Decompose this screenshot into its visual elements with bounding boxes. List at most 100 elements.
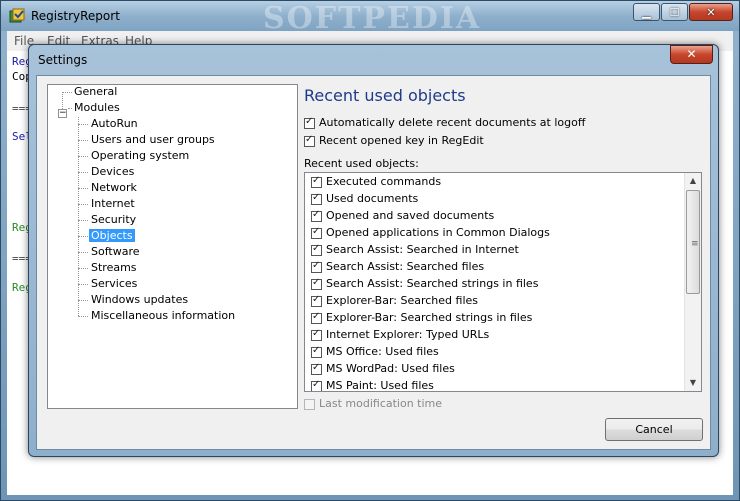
- window-controls: ▁ ☐ ✕: [632, 3, 733, 21]
- tree-connector: [78, 220, 88, 221]
- checkbox-checked-icon: [311, 175, 322, 188]
- cancel-button[interactable]: Cancel: [605, 418, 703, 441]
- tree-connector: [62, 92, 72, 93]
- main-titlebar[interactable]: RegistryReport SOFTPEDIA ▁ ☐ ✕: [1, 1, 739, 36]
- tree-item-label: Devices: [91, 165, 135, 178]
- grip-icon: ≡: [691, 239, 699, 249]
- list-item[interactable]: Opened applications in Common Dialogs: [311, 226, 550, 243]
- tree-item-users[interactable]: Users and user groups: [89, 133, 217, 148]
- checkbox-checked-icon: [311, 345, 322, 358]
- tree-connector: [78, 316, 88, 317]
- tree-item-autorun[interactable]: AutoRun: [89, 117, 140, 132]
- scroll-thumb[interactable]: ≡: [686, 190, 700, 294]
- last-modification-checkbox[interactable]: Last modification time: [304, 397, 442, 410]
- registry-app-icon: [9, 8, 25, 23]
- checkbox-label: Recent opened key in RegEdit: [319, 134, 484, 147]
- list-item[interactable]: MS Paint: Used files: [311, 379, 434, 392]
- list-item-label: Explorer-Bar: Searched strings in files: [326, 311, 533, 324]
- list-item-label: Used documents: [326, 192, 419, 205]
- list-item-label: MS Paint: Used files: [326, 379, 434, 392]
- list-item-label: Internet Explorer: Typed URLs: [326, 328, 490, 341]
- checkbox-checked-icon: [311, 226, 322, 239]
- tree-item-label: Users and user groups: [91, 133, 215, 146]
- list-item-label: Search Assist: Searched files: [326, 260, 485, 273]
- tree-item-label: Modules: [74, 101, 120, 114]
- tree-item-services[interactable]: Services: [89, 277, 139, 292]
- list-item[interactable]: Opened and saved documents: [311, 209, 494, 226]
- list-item[interactable]: Explorer-Bar: Searched strings in files: [311, 311, 532, 328]
- minimize-icon: ▁: [642, 5, 651, 19]
- tree-connector: [78, 140, 88, 141]
- list-item-label: MS Office: Used files: [326, 345, 439, 358]
- dialog-body: General − Modules AutoRun Users and user…: [36, 75, 711, 450]
- close-button[interactable]: ✕: [689, 3, 733, 21]
- tree-item-label: Streams: [91, 261, 137, 274]
- dialog-title: Settings: [38, 53, 88, 67]
- tree-connector: [78, 117, 79, 316]
- collapse-icon[interactable]: −: [58, 109, 67, 118]
- checkbox-checked-icon: [311, 294, 322, 307]
- maximize-button[interactable]: ☐: [661, 3, 688, 21]
- list-item[interactable]: Search Assist: Searched files: [311, 260, 484, 277]
- tree-item-internet[interactable]: Internet: [89, 197, 137, 212]
- settings-dialog: Settings ✕ General − Modules AutoRun Use…: [28, 44, 719, 457]
- list-item[interactable]: Used documents: [311, 192, 418, 209]
- tree-connector: [78, 172, 88, 173]
- list-item[interactable]: MS WordPad: Used files: [311, 362, 455, 379]
- checkbox-checked-icon: [311, 328, 322, 341]
- tree-item-objects[interactable]: Objects: [89, 229, 135, 244]
- tree-connector: [78, 188, 88, 189]
- tree-connector: [78, 252, 88, 253]
- checkbox-unchecked-icon: [304, 398, 315, 410]
- checkbox-checked-icon: [311, 362, 322, 375]
- checkbox-checked-icon: [311, 311, 322, 324]
- list-item[interactable]: MS Office: Used files: [311, 345, 439, 362]
- list-item-label: Opened and saved documents: [326, 209, 495, 222]
- list-item-label: Search Assist: Searched strings in files: [326, 277, 539, 290]
- tree-item-devices[interactable]: Devices: [89, 165, 136, 180]
- list-item[interactable]: Executed commands: [311, 175, 441, 192]
- tree-item-label: Objects: [89, 229, 135, 242]
- tree-item-streams[interactable]: Streams: [89, 261, 139, 276]
- tree-item-operating-system[interactable]: Operating system: [89, 149, 191, 164]
- checkbox-checked-icon: [311, 192, 322, 205]
- settings-tree[interactable]: General − Modules AutoRun Users and user…: [47, 84, 298, 409]
- tree-item-misc[interactable]: Miscellaneous information: [89, 309, 237, 324]
- list-item-label: Search Assist: Searched in Internet: [326, 243, 519, 256]
- list-item[interactable]: Search Assist: Searched in Internet: [311, 243, 519, 260]
- checkbox-checked-icon: [311, 260, 322, 273]
- tree-item-security[interactable]: Security: [89, 213, 138, 228]
- tree-item-label: Services: [91, 277, 138, 290]
- tree-item-general[interactable]: General: [72, 85, 119, 100]
- list-item-label: Opened applications in Common Dialogs: [326, 226, 550, 239]
- tree-item-label: General: [74, 85, 118, 98]
- checkbox-checked-icon: [311, 243, 322, 256]
- list-item[interactable]: Internet Explorer: Typed URLs: [311, 328, 489, 345]
- scroll-down-icon[interactable]: ▼: [685, 375, 701, 391]
- checkbox-checked-icon: [304, 134, 315, 147]
- tree-connector: [78, 284, 88, 285]
- list-item-label: Explorer-Bar: Searched files: [326, 294, 479, 307]
- checkbox-checked-icon: [304, 116, 315, 129]
- tree-connector: [62, 92, 63, 109]
- tree-item-network[interactable]: Network: [89, 181, 139, 196]
- scroll-up-icon[interactable]: ▲: [685, 173, 701, 189]
- list-scrollbar[interactable]: ▲ ≡ ▼: [684, 173, 701, 391]
- tree-item-modules[interactable]: Modules: [72, 101, 122, 116]
- close-icon: ✕: [686, 47, 697, 61]
- checkbox-label: Automatically delete recent documents at…: [319, 116, 586, 129]
- tree-item-windows-updates[interactable]: Windows updates: [89, 293, 190, 308]
- list-item[interactable]: Explorer-Bar: Searched files: [311, 294, 478, 311]
- tree-item-label: Software: [91, 245, 140, 258]
- recent-objects-list[interactable]: Executed commands Used documents Opened …: [304, 172, 702, 392]
- minimize-button[interactable]: ▁: [633, 3, 660, 21]
- recent-key-checkbox[interactable]: Recent opened key in RegEdit: [304, 134, 484, 147]
- list-item[interactable]: Search Assist: Searched strings in files: [311, 277, 538, 294]
- tree-item-label: Network: [91, 181, 137, 194]
- tree-item-label: Windows updates: [91, 293, 189, 306]
- auto-delete-checkbox[interactable]: Automatically delete recent documents at…: [304, 116, 585, 129]
- tree-item-software[interactable]: Software: [89, 245, 142, 260]
- tree-connector: [78, 156, 88, 157]
- tree-connector: [78, 236, 88, 237]
- dialog-close-button[interactable]: ✕: [670, 45, 713, 64]
